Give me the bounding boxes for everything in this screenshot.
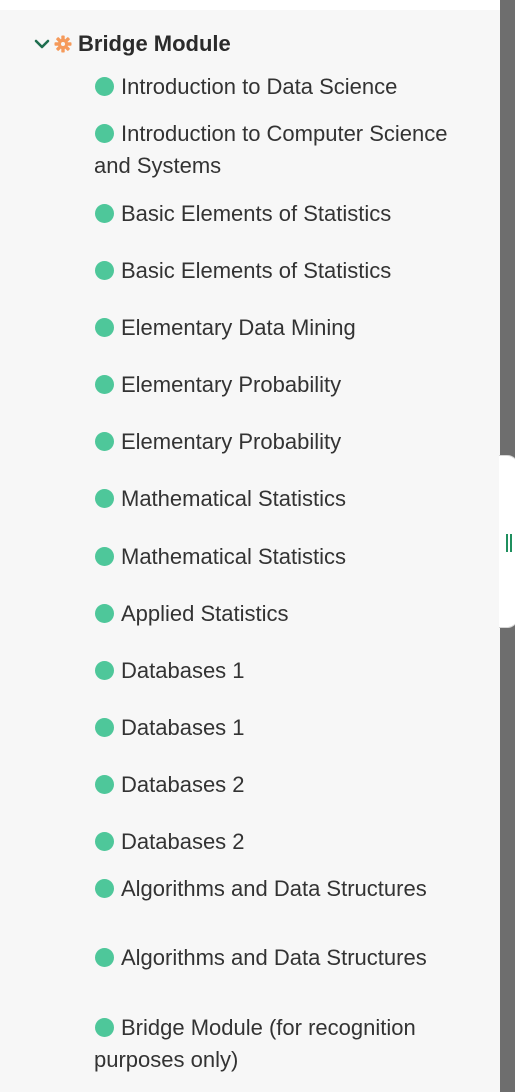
tree-item[interactable]: Algorithms and Data Structures: [94, 942, 484, 974]
tree-item-label: Bridge Module (for recognition purposes …: [94, 1015, 416, 1072]
tree-item-label: Elementary Data Mining: [121, 315, 356, 340]
chevron-down-icon[interactable]: [34, 36, 50, 52]
tree-item[interactable]: Elementary Probability: [94, 369, 484, 401]
gear-icon: [54, 35, 72, 53]
status-dot-icon: [95, 879, 114, 898]
tree-item[interactable]: Mathematical Statistics: [94, 541, 484, 573]
resize-handle[interactable]: [499, 455, 515, 628]
tree-item-label: Introduction to Computer Science and Sys…: [94, 121, 448, 178]
tree-item[interactable]: Basic Elements of Statistics: [94, 198, 484, 230]
status-dot-icon: [95, 318, 114, 337]
tree-item-label: Basic Elements of Statistics: [121, 258, 392, 283]
tree-item-label: Elementary Probability: [121, 429, 342, 454]
tree-item-label: Databases 1: [121, 658, 245, 683]
status-dot-icon: [95, 432, 114, 451]
tree-item-label: Basic Elements of Statistics: [121, 201, 392, 226]
tree-item-label: Mathematical Statistics: [121, 486, 346, 511]
course-tree-panel: Bridge Module Introduction to Data Scien…: [0, 10, 500, 1092]
tree-item[interactable]: Algorithms and Data Structures: [94, 873, 484, 905]
tree-item-label: Mathematical Statistics: [121, 544, 346, 569]
tree-item[interactable]: Introduction to Computer Science and Sys…: [94, 118, 484, 182]
tree-node-bridge-module[interactable]: Bridge Module: [34, 28, 231, 60]
status-dot-icon: [95, 204, 114, 223]
tree-item-label: Algorithms and Data Structures: [121, 945, 427, 970]
tree-item[interactable]: Elementary Data Mining: [94, 312, 484, 344]
status-dot-icon: [95, 1018, 114, 1037]
status-dot-icon: [95, 718, 114, 737]
module-title: Bridge Module: [78, 31, 231, 56]
tree-item-label: Introduction to Data Science: [121, 74, 398, 99]
tree-item[interactable]: Introduction to Data Science: [94, 71, 484, 103]
tree-item[interactable]: Databases 1: [94, 655, 484, 687]
status-dot-icon: [95, 661, 114, 680]
tree-item[interactable]: Mathematical Statistics: [94, 483, 484, 515]
status-dot-icon: [95, 77, 114, 96]
status-dot-icon: [95, 547, 114, 566]
tree-item[interactable]: Basic Elements of Statistics: [94, 255, 484, 287]
status-dot-icon: [95, 948, 114, 967]
tree-item-label: Applied Statistics: [121, 601, 289, 626]
drag-grip-icon: [506, 534, 512, 552]
tree-item[interactable]: Elementary Probability: [94, 426, 484, 458]
status-dot-icon: [95, 375, 114, 394]
tree-item-label: Databases 2: [121, 772, 245, 797]
tree-item[interactable]: Databases 2: [94, 769, 484, 801]
status-dot-icon: [95, 832, 114, 851]
tree-item-label: Elementary Probability: [121, 372, 342, 397]
tree-item[interactable]: Databases 2: [94, 826, 484, 858]
tree-item-label: Databases 1: [121, 715, 245, 740]
status-dot-icon: [95, 489, 114, 508]
status-dot-icon: [95, 261, 114, 280]
tree-item[interactable]: Applied Statistics: [94, 598, 484, 630]
tree-item[interactable]: Bridge Module (for recognition purposes …: [94, 1012, 484, 1076]
tree-item[interactable]: Databases 1: [94, 712, 484, 744]
tree-item-label: Databases 2: [121, 829, 245, 854]
status-dot-icon: [95, 604, 114, 623]
status-dot-icon: [95, 775, 114, 794]
tree-item-label: Algorithms and Data Structures: [121, 876, 427, 901]
status-dot-icon: [95, 124, 114, 143]
